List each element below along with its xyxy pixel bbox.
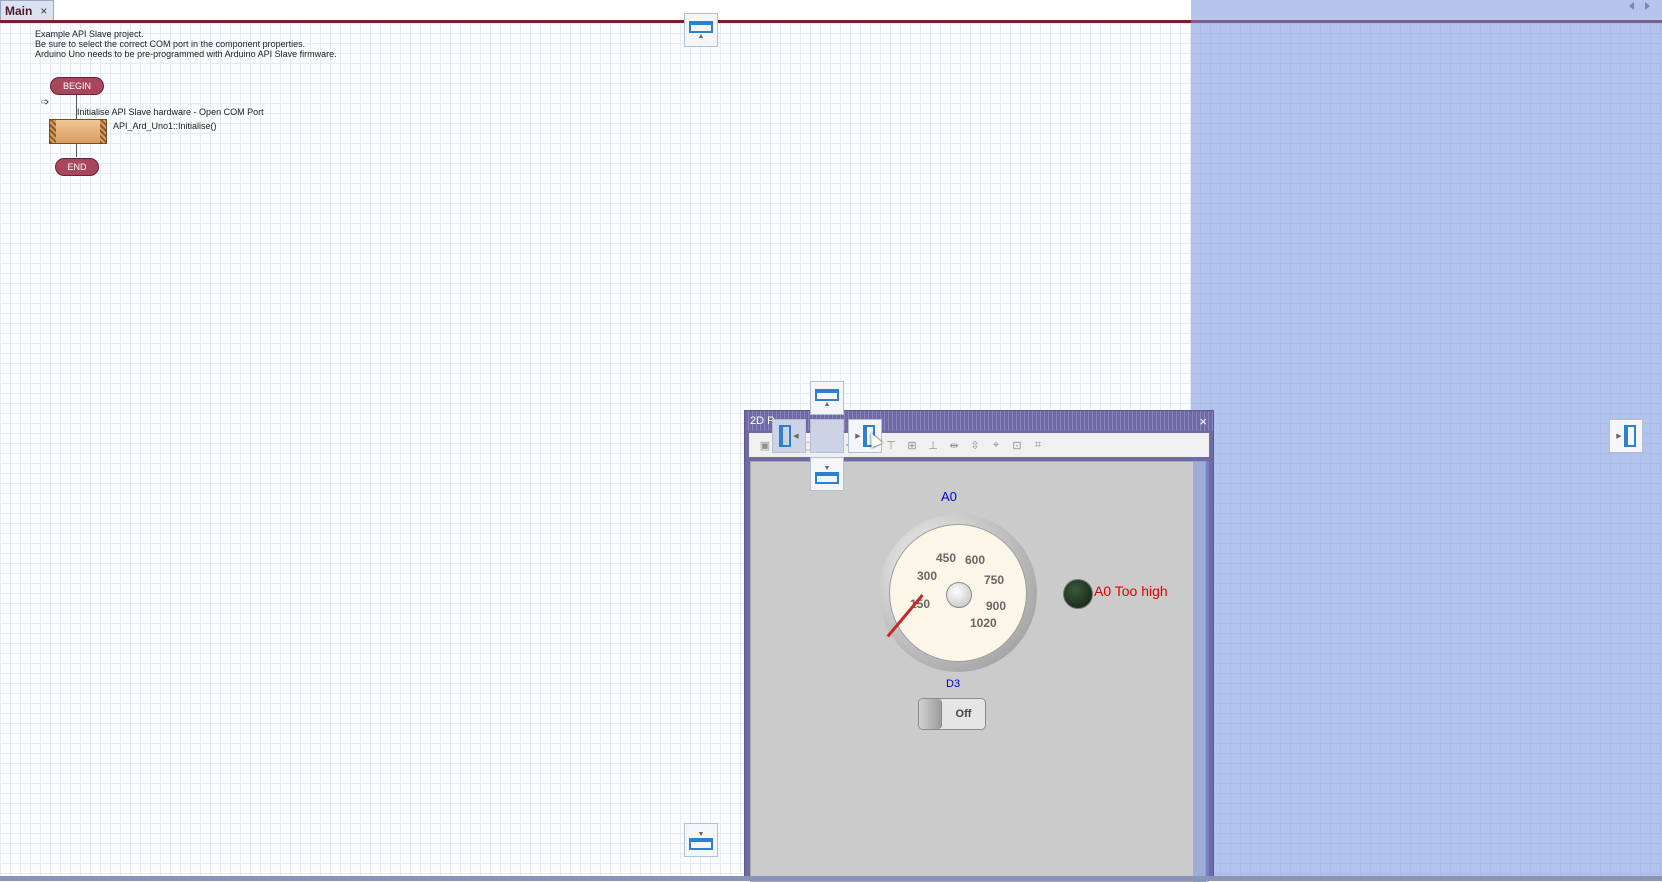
macro-component-icon[interactable] [49,119,107,144]
dock-right-icon[interactable]: ▶ [1609,419,1643,453]
comment-line-1: Example API Slave project. [35,29,144,39]
arrow-pointer-icon: ➩ [41,97,50,108]
align-center-icon[interactable]: ⊞ [904,438,920,452]
comment-line-2: Be sure to select the correct COM port i… [35,39,306,49]
dock-top-icon[interactable]: ▲ [684,13,718,47]
flow-line [76,143,77,157]
scale-label: 600 [965,553,986,567]
dock-left-icon[interactable]: ◀ [772,419,806,453]
align-top-icon[interactable]: ⊤ [883,438,899,452]
scale-label: 750 [984,573,1005,587]
scale-label: 1020 [970,616,997,630]
panel-title: 2D P [750,415,775,427]
begin-label: BEGIN [62,81,91,91]
align-bottom-icon[interactable]: ⊥ [925,438,941,452]
scale-label: 900 [986,599,1007,613]
distribute-v-icon[interactable]: ⇳ [967,438,983,452]
switch-state: Off [955,708,972,720]
toggle-switch[interactable]: Off [918,698,986,730]
flowchart-comments: Example API Slave project. Be sure to se… [35,29,337,59]
tab-main-label: Main [5,3,33,18]
panel-close-icon[interactable]: × [1199,414,1207,429]
dock-preview-strip [1193,461,1209,882]
gauge-hub [946,582,972,608]
dock-bottom-icon[interactable]: ▼ [684,823,718,857]
led-indicator [1063,579,1093,609]
gauge-face: 150 300 450 600 750 900 1020 [886,524,1027,662]
center-icon[interactable]: ⌖ [988,438,1004,452]
dock-top-icon[interactable]: ▲ [810,381,844,415]
crop-icon[interactable]: ⌗ [1030,438,1046,452]
distribute-h-icon[interactable]: ⇹ [946,438,962,452]
switch-knob [919,699,942,729]
scale-label: 300 [917,569,938,583]
end-label: END [67,162,87,172]
resize-icon[interactable]: ⊡ [1009,438,1025,452]
scale-label: 450 [936,551,957,565]
status-border [0,876,1662,881]
gauge-label: A0 [941,489,957,504]
bring-front-icon[interactable]: ▣ [757,438,773,452]
end-terminal[interactable]: END [55,158,99,176]
dock-bottom-icon[interactable]: ▼ [810,457,844,491]
gauge-needle [886,594,924,638]
begin-terminal[interactable]: BEGIN [50,77,104,95]
switch-label: D3 [946,678,961,690]
macro-comment: Initialise API Slave hardware - Open COM… [77,107,264,117]
dock-center-icon[interactable] [810,419,844,453]
tab-main[interactable]: Main × [0,0,55,20]
macro-call: API_Ard_Uno1::Initialise() [113,121,217,131]
panel-canvas[interactable]: A0 150 300 450 600 750 900 1020 A0 Too h… [750,461,1206,882]
tab-close-icon[interactable]: × [40,4,47,18]
gauge-dial[interactable]: 150 300 450 600 750 900 1020 [879,514,1037,672]
dock-preview-overlay [1191,0,1662,881]
led-label: A0 Too high [1094,583,1168,599]
comment-line-3: Arduino Uno needs to be pre-programmed w… [35,49,337,59]
